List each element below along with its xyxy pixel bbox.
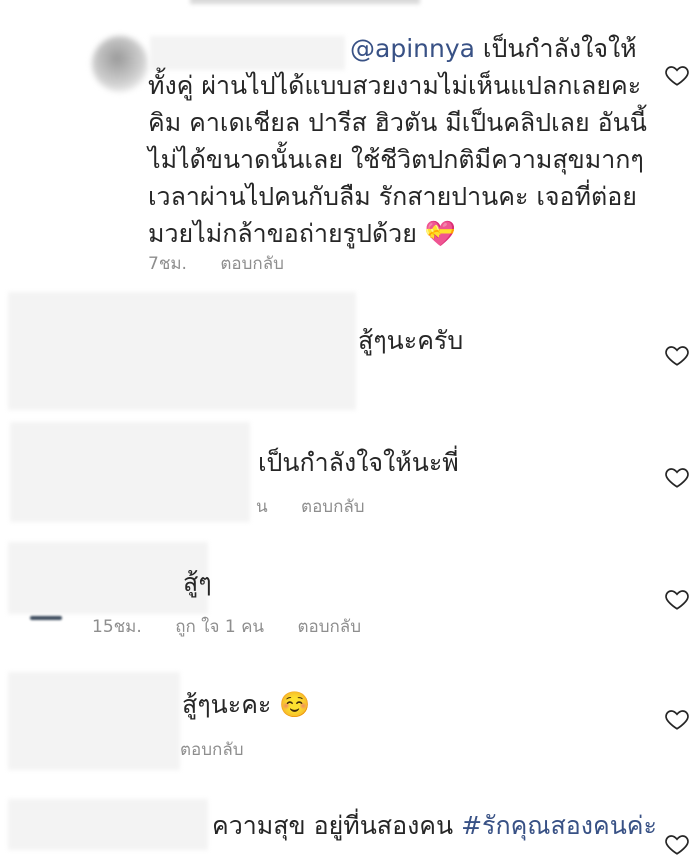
comment-line-3: คิม คาเดเชียล ปารีส ฮิวตัน มีเป็นคลิปเลย… bbox=[148, 108, 647, 137]
comment-line-5: เวลาผ่านไปคนกับลืม รักสายปานคะ เจอที่ต่อ… bbox=[148, 182, 637, 211]
user-redacted bbox=[10, 422, 250, 522]
comment-text: สู้ๆนะคะ ☺️ bbox=[182, 686, 310, 723]
user-redacted bbox=[8, 799, 208, 850]
heart-outline-icon[interactable] bbox=[664, 831, 690, 857]
comment-1: @apinnya เป็นกำลังใจให้ ทั้งคู่ ผ่านไปได… bbox=[0, 0, 700, 290]
user-redacted bbox=[8, 542, 208, 614]
heart-outline-icon[interactable] bbox=[664, 706, 690, 732]
mention-link[interactable]: @apinnya bbox=[350, 34, 475, 63]
user-redacted bbox=[8, 292, 356, 410]
avatar[interactable] bbox=[92, 36, 148, 92]
comment-text: เป็นกำลังใจให้นะพี่ bbox=[258, 448, 459, 477]
comment-text: สู้ๆ bbox=[183, 568, 212, 597]
heart-gift-emoji: 💝 bbox=[424, 219, 456, 248]
comment-text: มวยไม่กล้าขอถ่ายรูปด้วย bbox=[148, 219, 417, 248]
comment-text-span: สู้ๆนะคะ bbox=[182, 690, 272, 719]
comment-line-1: @apinnya เป็นกำลังใจให้ bbox=[350, 30, 637, 67]
comment-4: สู้ๆ 15ชม. ถูก ใจ 1 คน ตอบกลับ bbox=[0, 540, 700, 660]
reply-button[interactable]: ตอบกลับ bbox=[301, 497, 365, 517]
comment-meta: 7ชม. ตอบกลับ bbox=[148, 250, 312, 277]
timestamp: 7ชม. bbox=[148, 254, 187, 274]
comment-2: สู้ๆนะครับ bbox=[0, 290, 700, 415]
comment-meta: น ตอบกลับ bbox=[256, 493, 393, 520]
comment-text: ความสุข อยู่ที่นสองคน #รักคุณสองคนค่ะ bbox=[212, 807, 657, 844]
comment-text: เป็นกำลังใจให้ bbox=[482, 34, 637, 63]
heart-outline-icon[interactable] bbox=[664, 342, 690, 368]
heart-outline-icon[interactable] bbox=[664, 464, 690, 490]
username-redacted bbox=[150, 36, 345, 70]
comment-line-2: ทั้งคู่ ผ่านไปได้แบบสวยงามไม่เห็นแปลกเลย… bbox=[148, 71, 642, 100]
user-redacted bbox=[8, 672, 180, 770]
timestamp: 15ชม. bbox=[92, 617, 142, 637]
comment-text-span: ความสุข อยู่ที่นสองคน bbox=[212, 811, 454, 840]
comment-5: สู้ๆนะคะ ☺️ ตอบกลับ bbox=[0, 668, 700, 783]
comment-line-4: ไม่ได้ขนาดนั้นเลย ใช้ชีวิตปกติมีความสุขม… bbox=[148, 145, 644, 174]
comment-meta: ตอบกลับ bbox=[180, 736, 272, 763]
reply-button[interactable]: ตอบกลับ bbox=[220, 254, 284, 274]
comment-6: ความสุข อยู่ที่นสองคน #รักคุณสองคนค่ะ bbox=[0, 795, 700, 855]
heart-outline-icon[interactable] bbox=[664, 586, 690, 612]
reply-button[interactable]: ตอบกลับ bbox=[180, 740, 244, 760]
timestamp-partial: น bbox=[256, 497, 268, 517]
comment-meta: 15ชม. ถูก ใจ 1 คน ตอบกลับ bbox=[92, 613, 389, 640]
heart-outline-icon[interactable] bbox=[664, 62, 690, 88]
comment-line-6: มวยไม่กล้าขอถ่ายรูปด้วย 💝 bbox=[148, 215, 456, 252]
comment-3: เป็นกำลังใจให้นะพี่ น ตอบกลับ bbox=[0, 418, 700, 533]
reply-button[interactable]: ตอบกลับ bbox=[297, 617, 361, 637]
avatar-edge bbox=[30, 616, 62, 620]
smiling-face-emoji: ☺️ bbox=[279, 690, 311, 719]
comment-text: สู้ๆนะครับ bbox=[358, 326, 464, 355]
likes-count[interactable]: ถูก ใจ 1 คน bbox=[175, 617, 264, 637]
hashtag-link[interactable]: #รักคุณสองคนค่ะ bbox=[461, 811, 657, 840]
